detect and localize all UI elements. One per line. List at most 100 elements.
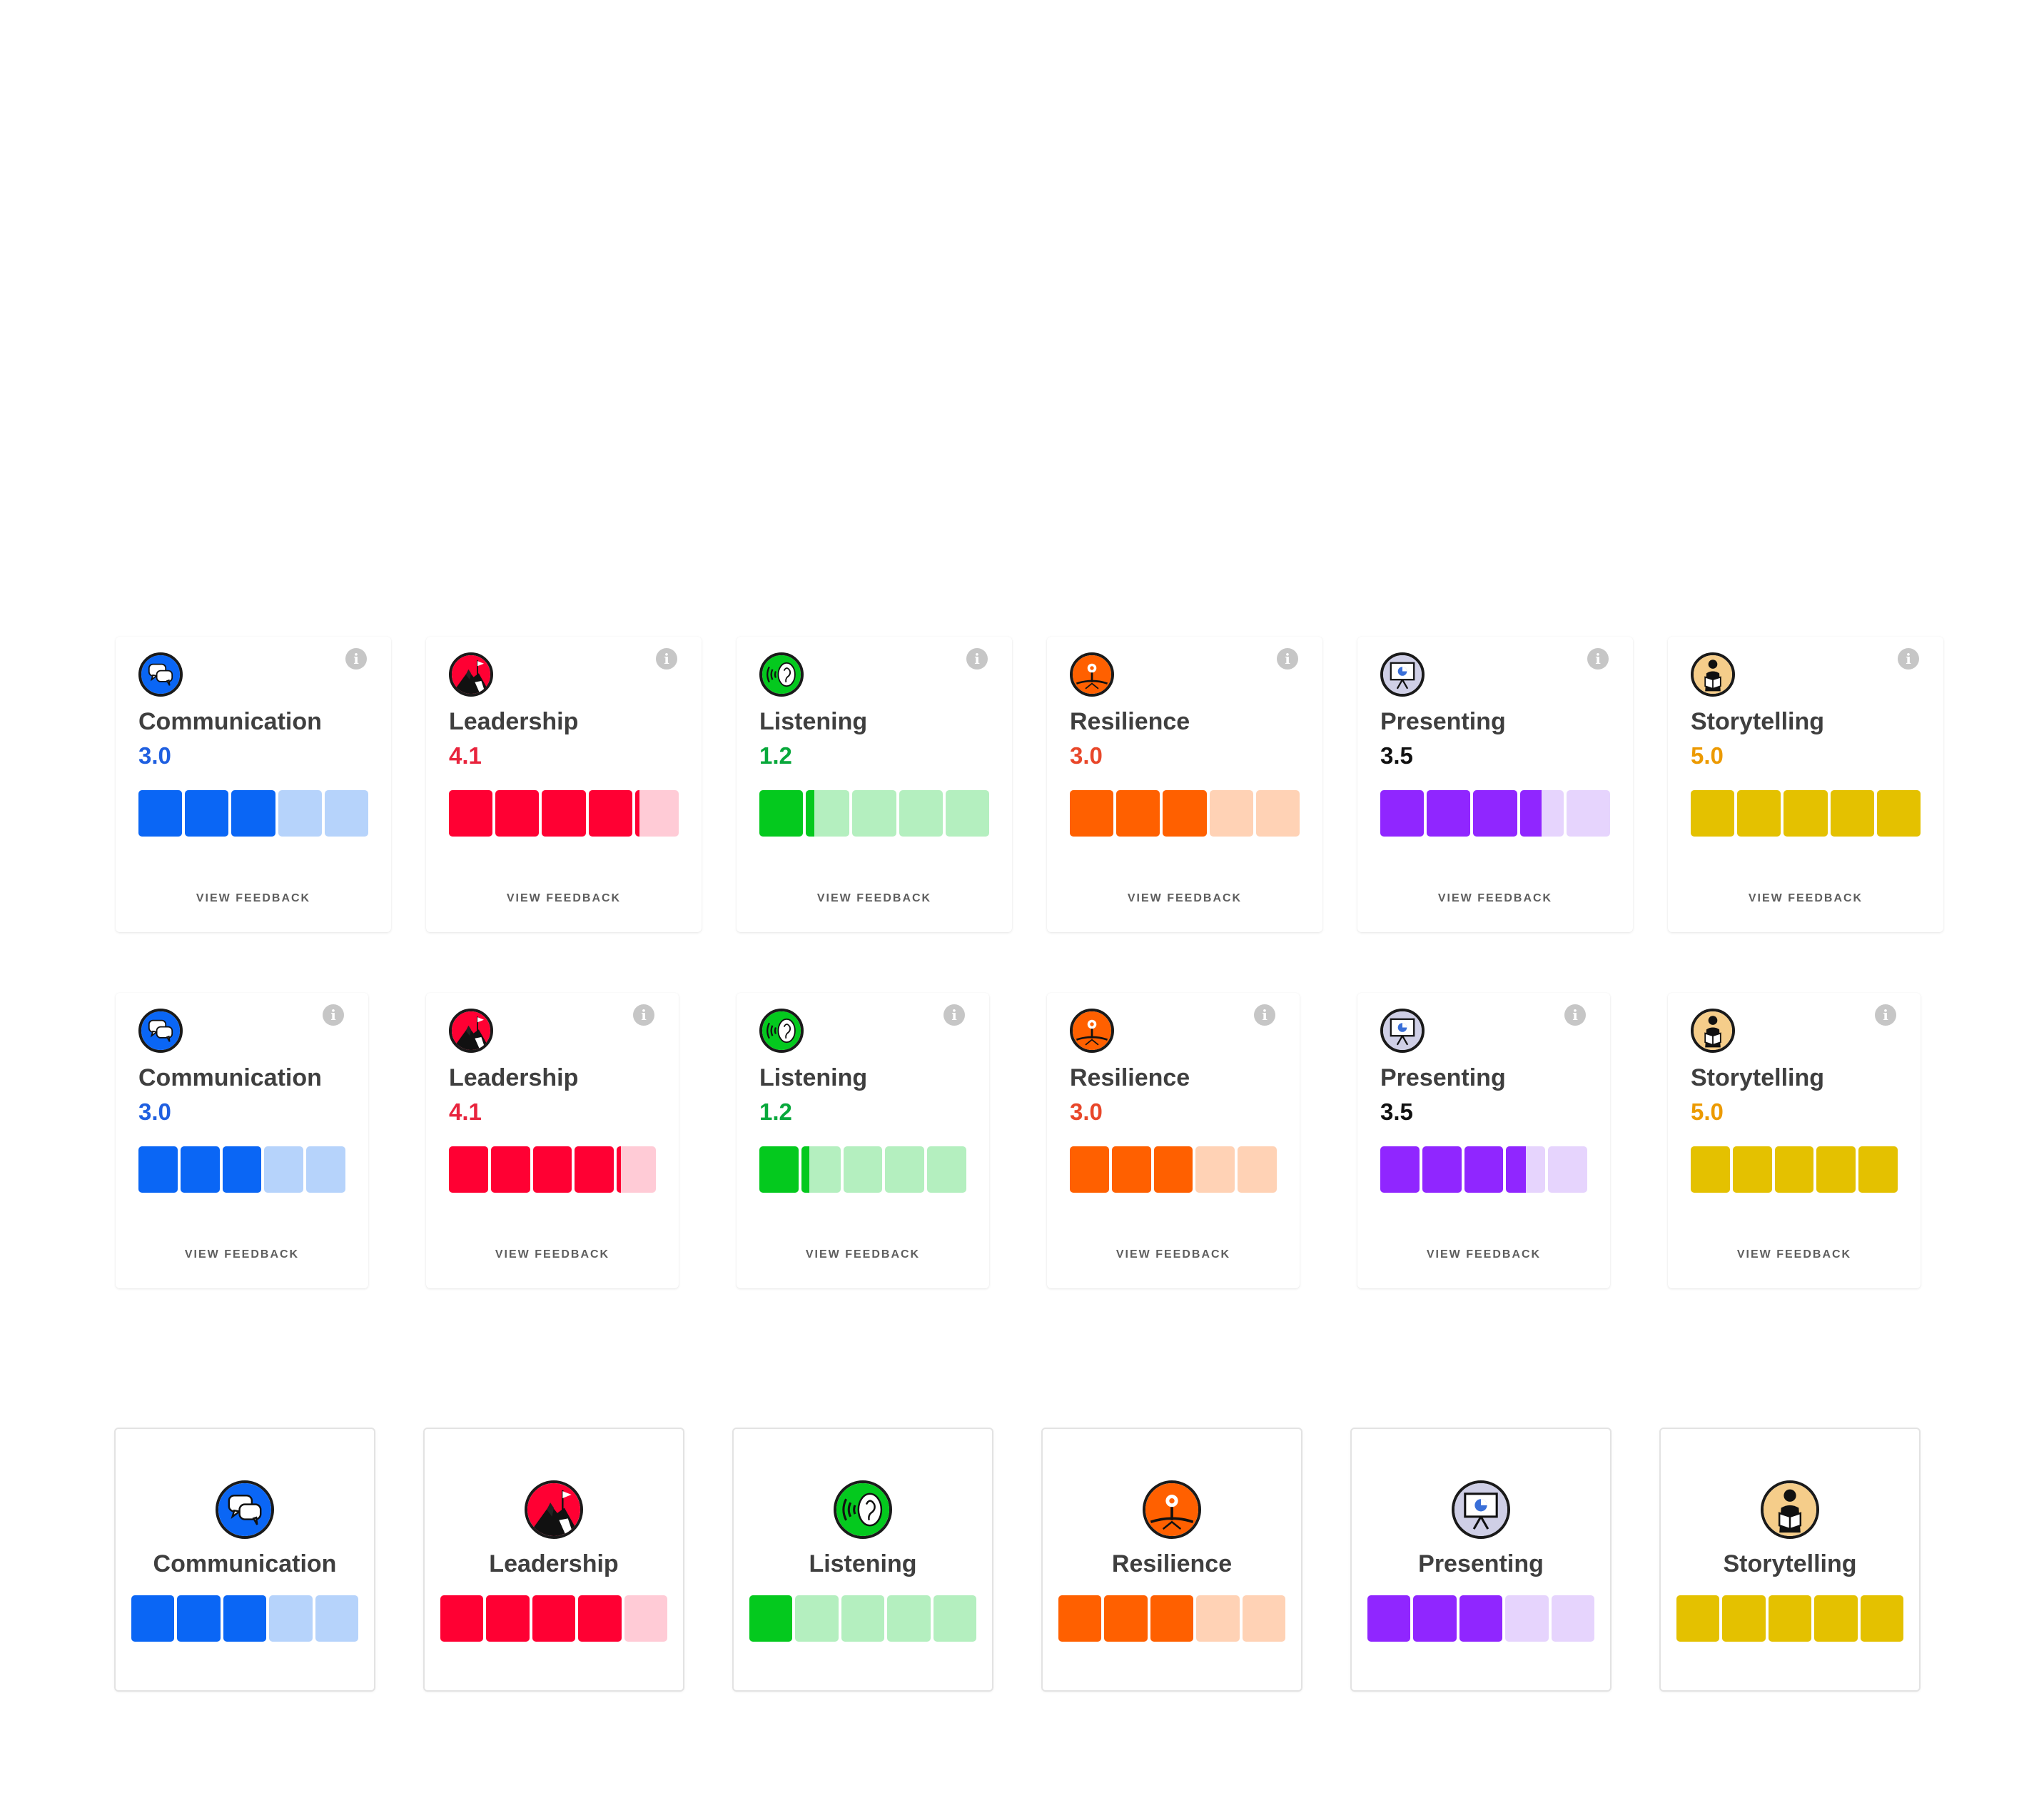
- rating-bar: [1691, 790, 1921, 837]
- info-icon[interactable]: i: [943, 1004, 965, 1026]
- rating-segment: [1058, 1595, 1102, 1642]
- view-feedback-button[interactable]: VIEW FEEDBACK: [737, 1248, 989, 1261]
- view-feedback-button[interactable]: VIEW FEEDBACK: [426, 1248, 679, 1261]
- info-icon[interactable]: i: [633, 1004, 654, 1026]
- view-feedback-button[interactable]: VIEW FEEDBACK: [1357, 892, 1633, 905]
- info-icon[interactable]: i: [1277, 648, 1298, 670]
- view-feedback-button[interactable]: VIEW FEEDBACK: [1357, 1248, 1610, 1261]
- rating-segment: [1732, 1146, 1772, 1193]
- rating-segment: [1255, 790, 1300, 837]
- skill-card-resilience: i Resilience 3.0 VIEW FEEDBACK: [1047, 993, 1300, 1288]
- rating-segment: [138, 790, 183, 837]
- info-icon[interactable]: i: [1564, 1004, 1586, 1026]
- flag-climber-icon: [449, 652, 493, 697]
- rating-segment: [885, 1146, 925, 1193]
- rating-segment: [185, 790, 229, 837]
- skill-card-storytelling: i Storytelling 5.0 VIEW FEEDBACK: [1668, 637, 1943, 932]
- rating-segment: [759, 1146, 799, 1193]
- rating-segment: [542, 790, 586, 837]
- rating-segment: [1814, 1595, 1858, 1642]
- rating-segment: [324, 790, 368, 837]
- rating-bar: [1676, 1595, 1903, 1642]
- skill-card-storytelling: i Storytelling 5.0 VIEW FEEDBACK: [1668, 993, 1921, 1288]
- skill-name: Listening: [759, 1064, 868, 1091]
- reading-person-icon: [1691, 652, 1735, 697]
- rating-segment: [1830, 790, 1874, 837]
- compact-skill-card-resilience: Resilience: [1041, 1428, 1302, 1692]
- rating-bar: [1691, 1146, 1898, 1193]
- view-feedback-button[interactable]: VIEW FEEDBACK: [116, 1248, 368, 1261]
- info-icon[interactable]: i: [966, 648, 988, 670]
- rating-bar: [440, 1595, 667, 1642]
- skill-card-presenting: i Presenting 3.5 VIEW FEEDBACK: [1357, 993, 1610, 1288]
- view-feedback-button[interactable]: VIEW FEEDBACK: [1047, 1248, 1300, 1261]
- rating-segment: [1070, 790, 1114, 837]
- rating-bar: [1380, 790, 1610, 837]
- info-icon[interactable]: i: [345, 648, 367, 670]
- skill-card-listening: i Listening 1.2 VIEW FEEDBACK: [737, 993, 989, 1288]
- rating-segment: [806, 790, 850, 837]
- presentation-board-icon: [1380, 652, 1425, 697]
- compact-skill-card-presenting: Presenting: [1350, 1428, 1612, 1692]
- skill-score: 3.0: [138, 742, 171, 769]
- skill-name: Storytelling: [1691, 1064, 1825, 1091]
- rating-segment: [180, 1146, 220, 1193]
- rating-segment: [887, 1595, 931, 1642]
- rating-segment: [933, 1595, 976, 1642]
- rating-segment: [1691, 1146, 1730, 1193]
- skill-card-leadership: i Leadership 4.1 VIEW FEEDBACK: [426, 637, 702, 932]
- rating-segment: [1196, 1595, 1240, 1642]
- presentation-board-icon: [1452, 1480, 1510, 1539]
- info-icon[interactable]: i: [1875, 1004, 1896, 1026]
- info-icon[interactable]: i: [1898, 648, 1919, 670]
- skill-card-presenting: i Presenting 3.5 VIEW FEEDBACK: [1357, 637, 1633, 932]
- sprout-flower-icon: [1070, 652, 1114, 697]
- skill-score: 3.0: [1070, 742, 1103, 769]
- view-feedback-button[interactable]: VIEW FEEDBACK: [1668, 1248, 1921, 1261]
- skill-name: Resilience: [1070, 708, 1190, 735]
- rating-segment: [1150, 1595, 1194, 1642]
- info-icon[interactable]: i: [656, 648, 677, 670]
- rating-bar: [1058, 1595, 1285, 1642]
- sprout-flower-icon: [1070, 1009, 1114, 1053]
- skill-score: 4.1: [449, 1098, 482, 1125]
- compact-skill-card-storytelling: Storytelling: [1659, 1428, 1921, 1692]
- skill-card-resilience: i Resilience 3.0 VIEW FEEDBACK: [1047, 637, 1322, 932]
- rating-segment: [1242, 1595, 1285, 1642]
- view-feedback-button[interactable]: VIEW FEEDBACK: [1047, 892, 1322, 905]
- rating-segment: [449, 1146, 488, 1193]
- skill-name: Presenting: [1380, 1064, 1506, 1091]
- view-feedback-button[interactable]: VIEW FEEDBACK: [1668, 892, 1943, 905]
- skill-name: Leadership: [449, 708, 579, 735]
- rating-segment: [1413, 1595, 1457, 1642]
- rating-bar: [1380, 1146, 1587, 1193]
- rating-segment: [532, 1595, 576, 1642]
- rating-segment: [624, 1595, 667, 1642]
- rating-bar: [759, 1146, 966, 1193]
- rating-segment: [278, 790, 322, 837]
- rating-segment: [1506, 1146, 1546, 1193]
- compact-skill-card-communication: Communication: [114, 1428, 375, 1692]
- view-feedback-button[interactable]: VIEW FEEDBACK: [737, 892, 1012, 905]
- rating-segment: [138, 1146, 178, 1193]
- rating-segment: [1209, 790, 1253, 837]
- skill-score: 3.5: [1380, 742, 1413, 769]
- rating-bar: [759, 790, 989, 837]
- skill-score: 4.1: [449, 742, 482, 769]
- reading-person-icon: [1761, 1480, 1819, 1539]
- info-icon[interactable]: i: [323, 1004, 344, 1026]
- rating-bar: [749, 1595, 976, 1642]
- info-icon[interactable]: i: [1254, 1004, 1275, 1026]
- skill-name: Storytelling: [1723, 1550, 1857, 1577]
- rating-segment: [449, 790, 493, 837]
- speech-bubbles-icon: [216, 1480, 274, 1539]
- rating-bar: [1367, 1595, 1594, 1642]
- rating-segment: [1070, 1146, 1109, 1193]
- reading-person-icon: [1691, 1009, 1735, 1053]
- view-feedback-button[interactable]: VIEW FEEDBACK: [426, 892, 702, 905]
- rating-segment: [1473, 790, 1517, 837]
- info-icon[interactable]: i: [1587, 648, 1609, 670]
- view-feedback-button[interactable]: VIEW FEEDBACK: [116, 892, 391, 905]
- rating-segment: [899, 790, 943, 837]
- rating-segment: [575, 1146, 614, 1193]
